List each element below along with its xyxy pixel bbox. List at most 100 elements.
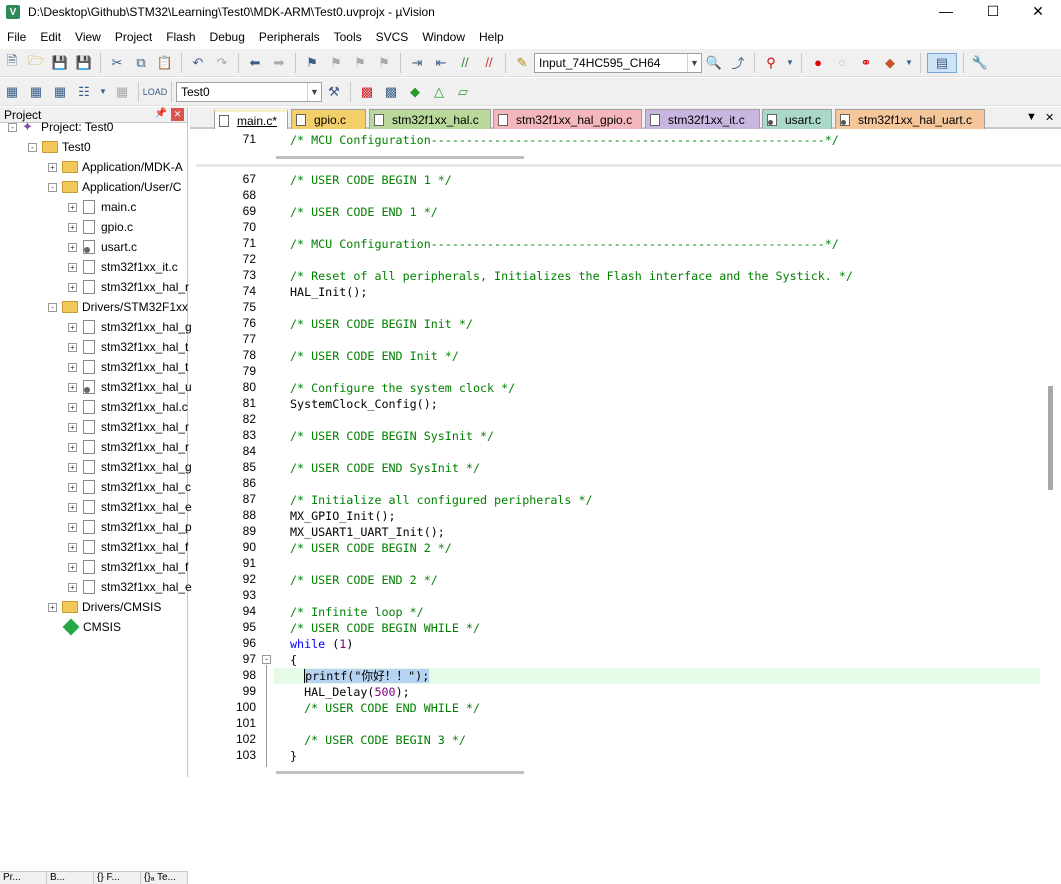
unindent-icon[interactable]: ⇤ bbox=[431, 53, 451, 73]
tree-item[interactable]: + stm32f1xx_hal_r bbox=[68, 437, 189, 457]
menu-edit[interactable]: Edit bbox=[33, 26, 68, 48]
close-button[interactable]: ✕ bbox=[1015, 0, 1061, 22]
panel-tab[interactable]: B... bbox=[47, 872, 94, 884]
tree-item[interactable]: - ✦ Project: Test0 bbox=[8, 117, 113, 137]
close-tab-icon[interactable]: ✕ bbox=[1045, 111, 1054, 124]
chevron-down-icon[interactable]: ▼ bbox=[307, 82, 321, 101]
menu-flash[interactable]: Flash bbox=[159, 26, 202, 48]
panel-tab[interactable]: {} F... bbox=[94, 872, 141, 884]
minimize-button[interactable]: — bbox=[923, 0, 969, 22]
expand-icon[interactable]: + bbox=[68, 342, 77, 352]
build-icon[interactable]: ▦ bbox=[26, 82, 46, 102]
tree-item[interactable]: + stm32f1xx_hal_g bbox=[68, 317, 192, 337]
collapse-icon[interactable]: - bbox=[28, 142, 37, 152]
incremental-find-icon[interactable]: ⤴ bbox=[728, 53, 748, 73]
pack-installer-icon[interactable]: △ bbox=[429, 82, 449, 102]
file-tab[interactable]: stm32f1xx_hal.c bbox=[369, 109, 491, 129]
nav-back-icon[interactable]: ⬅ bbox=[245, 53, 265, 73]
tree-item[interactable]: + stm32f1xx_hal.c bbox=[68, 397, 188, 417]
expand-icon[interactable]: + bbox=[68, 362, 77, 372]
tree-item[interactable]: + Drivers/CMSIS bbox=[48, 597, 161, 617]
manage-project-icon[interactable]: ▩ bbox=[357, 82, 377, 102]
tree-item[interactable]: + usart.c bbox=[68, 237, 137, 257]
expand-icon[interactable]: + bbox=[68, 242, 77, 252]
expand-icon[interactable]: + bbox=[68, 482, 77, 492]
stop-build-icon[interactable]: ▦ bbox=[112, 82, 132, 102]
expand-icon[interactable]: + bbox=[48, 602, 57, 612]
tree-item[interactable]: + stm32f1xx_hal_r bbox=[68, 277, 189, 297]
file-tab[interactable]: stm32f1xx_hal_gpio.c bbox=[493, 109, 642, 129]
bookmark-icon[interactable]: ⚑ bbox=[302, 53, 322, 73]
debug-session-icon[interactable]: ⚲ bbox=[761, 53, 781, 73]
tree-item[interactable]: + main.c bbox=[68, 197, 136, 217]
cut-icon[interactable]: ✂ bbox=[107, 53, 127, 73]
vertical-scrollbar[interactable] bbox=[1048, 386, 1053, 490]
uncomment-icon[interactable]: // bbox=[479, 53, 499, 73]
tree-item[interactable]: + stm32f1xx_hal_f bbox=[68, 557, 188, 577]
expand-icon[interactable]: + bbox=[68, 202, 77, 212]
tab-list-chevron-icon[interactable]: ▼ bbox=[1026, 111, 1037, 123]
chevron-down-icon[interactable]: ▼ bbox=[687, 53, 701, 72]
window-layout-icon[interactable]: ▤ bbox=[927, 52, 957, 73]
menu-file[interactable]: File bbox=[0, 26, 33, 48]
expand-icon[interactable]: + bbox=[68, 542, 77, 552]
tree-item[interactable]: CMSIS bbox=[48, 617, 121, 637]
paste-icon[interactable]: 📋 bbox=[155, 53, 175, 73]
tree-item[interactable]: - Application/User/C bbox=[48, 177, 181, 197]
file-tab[interactable]: stm32f1xx_it.c bbox=[645, 109, 760, 129]
code-editor[interactable]: 71 /* MCU Configuration-----------------… bbox=[196, 130, 1061, 777]
expand-icon[interactable]: + bbox=[68, 422, 77, 432]
split-horizontal-scrollbar[interactable] bbox=[276, 156, 524, 159]
tree-item[interactable]: - Drivers/STM32F1xx bbox=[48, 297, 188, 317]
expand-icon[interactable]: + bbox=[68, 582, 77, 592]
collapse-icon[interactable]: - bbox=[48, 182, 57, 192]
collapse-icon[interactable]: - bbox=[48, 302, 57, 312]
tree-item[interactable]: + stm32f1xx_hal_t bbox=[68, 337, 188, 357]
tree-item[interactable]: + stm32f1xx_hal_e bbox=[68, 497, 192, 517]
find-combo[interactable]: Input_74HC595_CH64 ▼ bbox=[534, 52, 702, 73]
expand-icon[interactable]: + bbox=[68, 282, 77, 292]
file-extensions-icon[interactable]: ▩ bbox=[381, 82, 401, 102]
target-select[interactable]: Test0 ▼ bbox=[176, 81, 322, 102]
clear-bookmarks-icon[interactable]: ⚑ bbox=[374, 53, 394, 73]
expand-icon[interactable]: + bbox=[48, 162, 57, 172]
breakpoint-icon[interactable]: ● bbox=[808, 53, 828, 73]
save-icon[interactable]: 💾 bbox=[50, 53, 70, 73]
tree-item[interactable]: + stm32f1xx_hal_c bbox=[68, 477, 191, 497]
chevron-down-icon[interactable]: ▼ bbox=[904, 53, 914, 73]
tree-item[interactable]: + gpio.c bbox=[68, 217, 133, 237]
fold-toggle-icon[interactable]: - bbox=[262, 655, 271, 664]
find-in-files-icon[interactable]: ✎ bbox=[512, 53, 532, 73]
tree-item[interactable]: + stm32f1xx_hal_e bbox=[68, 577, 192, 597]
pin-icon[interactable]: 📌 bbox=[155, 108, 167, 119]
menu-project[interactable]: Project bbox=[108, 26, 159, 48]
tree-item[interactable]: - Test0 bbox=[28, 137, 91, 157]
menu-debug[interactable]: Debug bbox=[203, 26, 252, 48]
file-tab[interactable]: gpio.c bbox=[291, 109, 366, 129]
panel-tab[interactable]: Pr... bbox=[0, 872, 47, 884]
file-tab[interactable]: usart.c bbox=[762, 109, 832, 129]
menu-peripherals[interactable]: Peripherals bbox=[252, 26, 327, 48]
menu-help[interactable]: Help bbox=[472, 26, 511, 48]
menu-view[interactable]: View bbox=[68, 26, 108, 48]
comment-icon[interactable]: // bbox=[455, 53, 475, 73]
expand-icon[interactable]: + bbox=[68, 382, 77, 392]
batch-build-icon[interactable]: ☷ bbox=[74, 82, 94, 102]
chevron-down-icon[interactable]: ▼ bbox=[98, 82, 108, 102]
copy-icon[interactable]: ⧉ bbox=[131, 53, 151, 73]
expand-icon[interactable]: + bbox=[68, 522, 77, 532]
expand-icon[interactable]: + bbox=[68, 222, 77, 232]
redo-icon[interactable]: ↷ bbox=[212, 53, 232, 73]
new-file-icon[interactable]: 🗎 bbox=[2, 53, 22, 73]
nav-forward-icon[interactable]: ➡ bbox=[269, 53, 289, 73]
run-time-env-icon[interactable]: ◆ bbox=[405, 82, 425, 102]
indent-icon[interactable]: ⇥ bbox=[407, 53, 427, 73]
file-tab[interactable]: stm32f1xx_hal_uart.c bbox=[835, 109, 985, 129]
menu-svcs[interactable]: SVCS bbox=[369, 26, 416, 48]
tree-item[interactable]: + stm32f1xx_hal_p bbox=[68, 517, 192, 537]
expand-icon[interactable]: + bbox=[68, 402, 77, 412]
collapse-icon[interactable]: - bbox=[8, 122, 17, 132]
maximize-button[interactable]: ☐ bbox=[970, 0, 1016, 22]
find-icon[interactable]: 🔍 bbox=[704, 53, 724, 73]
file-tab[interactable]: main.c* bbox=[214, 109, 288, 129]
